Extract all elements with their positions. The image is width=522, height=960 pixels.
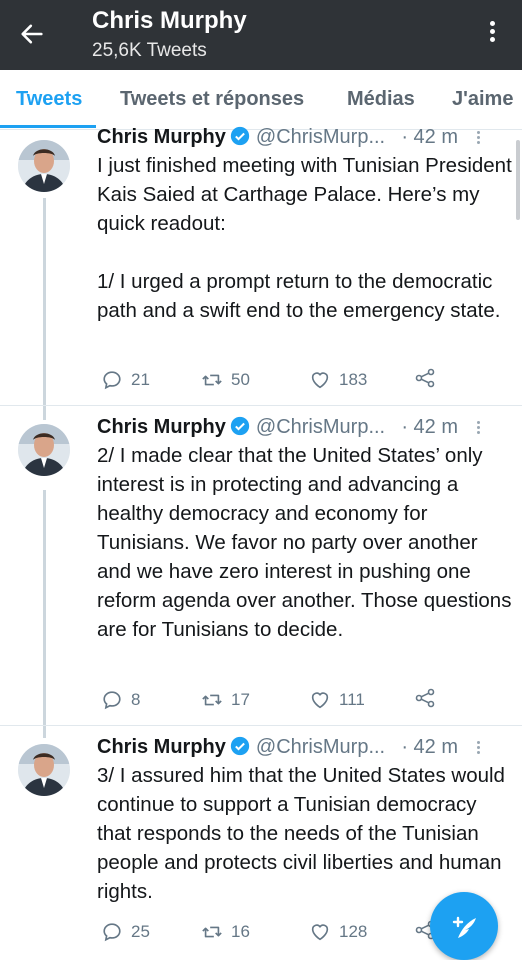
tweet-header: Chris Murphy @ChrisMurp... · 42 m [97,416,502,442]
tweet-time: · 42 m [401,416,458,438]
author-handle[interactable]: @ChrisMurp... [256,736,385,758]
tweet-menu-button[interactable] [474,739,482,756]
share-button[interactable] [413,366,437,395]
tab-likes[interactable]: J'aime [452,88,513,111]
divider [0,405,522,406]
share-button[interactable] [413,686,437,715]
tweet-actions: 21 50 183 [97,366,497,394]
back-button[interactable] [18,20,54,50]
retweet-count: 50 [231,370,250,389]
tweet-count: 25,6K Tweets [92,40,207,61]
like-icon [311,924,329,941]
reply-count: 21 [131,370,150,389]
like-icon [311,692,329,709]
reply-count: 25 [131,922,150,941]
like-count: 111 [339,690,365,709]
scrollbar[interactable] [516,140,520,220]
tweet-header: Chris Murphy @ChrisMurp... · 42 m [97,736,502,762]
reply-icon [103,691,121,710]
reply-icon [103,923,121,942]
author-name[interactable]: Chris Murphy [97,126,226,148]
tweet-menu-button[interactable] [474,129,482,146]
verified-badge-icon [230,416,250,436]
reply-count: 8 [131,690,141,709]
active-tab-indicator [0,125,96,128]
retweet-count: 17 [231,690,250,709]
share-icon [415,688,435,708]
profile-tabs: Tweets Tweets et réponses Médias J'aime [0,70,522,130]
author-handle[interactable]: @ChrisMurp... [256,126,385,148]
author-name[interactable]: Chris Murphy [97,736,226,758]
retweet-button[interactable]: 50 [201,366,250,394]
tweet-header: Chris Murphy @ChrisMurp... · 42 m [97,126,502,152]
author-name[interactable]: Chris Murphy [97,416,226,438]
share-icon [415,368,435,388]
reply-icon [103,371,121,390]
verified-badge-icon [230,736,250,756]
thread-line [43,198,46,420]
retweet-button[interactable]: 16 [201,918,250,946]
top-app-bar: Chris Murphy 25,6K Tweets [0,0,522,70]
divider [0,725,522,726]
more-vertical-icon [489,21,495,26]
tweet-text: 3/ I assured him that the United States … [97,764,505,903]
reply-button[interactable]: 21 [101,366,150,394]
like-button[interactable]: 128 [309,918,367,946]
like-icon [311,372,329,389]
thread-line [43,490,46,738]
like-button[interactable]: 183 [309,366,367,394]
like-button[interactable]: 111 [309,686,365,714]
retweet-count: 16 [231,922,250,941]
retweet-button[interactable]: 17 [201,686,250,714]
retweet-icon [202,926,222,938]
tab-tweets-and-replies[interactable]: Tweets et réponses [120,88,304,111]
tweet-text: 2/ I made clear that the United States’ … [97,444,512,641]
compose-tweet-button[interactable] [430,892,498,960]
retweet-icon [202,694,222,706]
author-handle[interactable]: @ChrisMurp... [256,416,385,438]
tweet-text: I just finished meeting with Tunisian Pr… [97,154,512,322]
avatar[interactable] [18,744,70,796]
more-options-button[interactable] [486,18,498,52]
compose-icon [452,916,476,938]
tweet-menu-button[interactable] [474,419,482,436]
profile-title: Chris Murphy [92,7,247,34]
reply-button[interactable]: 25 [101,918,150,946]
tab-media[interactable]: Médias [347,88,415,111]
like-count: 183 [339,370,368,389]
avatar[interactable] [18,140,70,192]
avatar[interactable] [18,424,70,476]
verified-badge-icon [230,126,250,146]
tweet-time: · 42 m [401,126,458,148]
reply-button[interactable]: 8 [101,686,140,714]
tweet-time: · 42 m [401,736,458,758]
retweet-icon [202,374,222,386]
back-arrow-icon [21,24,43,44]
tweet-actions: 8 17 111 [97,686,497,714]
like-count: 128 [339,922,368,941]
tab-tweets[interactable]: Tweets [16,88,82,111]
